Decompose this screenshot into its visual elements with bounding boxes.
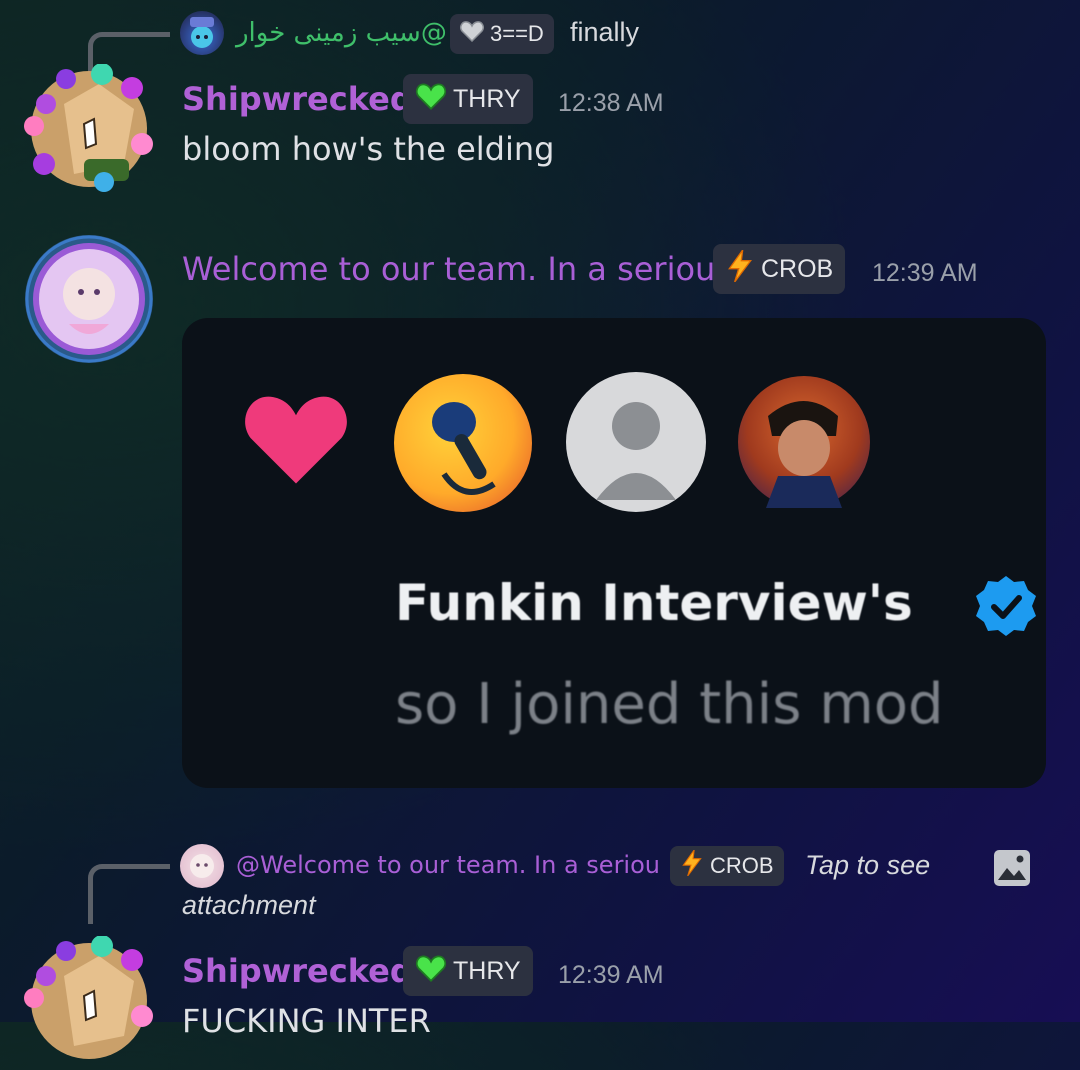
image-attachment[interactable]: Funkin Interview's so I joined this mod <box>182 318 1046 788</box>
character-avatar <box>738 376 870 508</box>
message-text[interactable]: FUCKING INTER <box>182 1002 431 1040</box>
role-tag[interactable]: THRY <box>403 74 533 124</box>
embed-title: Funkin Interview's <box>395 574 913 632</box>
reply-role-tag[interactable]: CROB <box>670 846 784 886</box>
reply-role-tag[interactable]: 3==D <box>450 14 554 54</box>
message-text[interactable]: bloom how's the elding <box>182 130 554 168</box>
reply-username[interactable]: @سیب زمینی خوار <box>236 18 447 48</box>
user-avatar[interactable] <box>24 234 154 364</box>
username[interactable]: Welcome to our team. In a seriou <box>182 250 715 288</box>
character-art <box>766 401 842 508</box>
role-tag[interactable]: CROB <box>713 244 846 294</box>
reply-message-text[interactable]: finally <box>570 17 639 48</box>
reply-avatar[interactable] <box>180 844 224 888</box>
reply-connector <box>88 864 170 924</box>
user-avatar[interactable] <box>24 935 154 1066</box>
lightning-icon <box>725 249 755 289</box>
reply-avatar-art <box>190 854 214 878</box>
user-avatar[interactable] <box>24 63 154 194</box>
reply-attachment-text-line2[interactable]: attachment <box>182 890 316 921</box>
white-heart-icon <box>460 20 484 48</box>
reply-username[interactable]: @Welcome to our team. In a seriou <box>236 851 660 879</box>
username[interactable]: Shipwrecked <box>182 80 413 118</box>
verified-badge-icon <box>974 574 1038 638</box>
timestamp: 12:39 AM <box>558 961 664 989</box>
embed-subtitle: so I joined this mod <box>395 672 944 737</box>
avatar-art <box>24 935 153 1059</box>
person-icon <box>596 402 676 500</box>
role-tag-label: CROB <box>761 254 834 283</box>
timestamp: 12:39 AM <box>872 259 978 287</box>
role-tag-label: THRY <box>453 84 521 113</box>
avatar-art <box>24 63 153 192</box>
username[interactable]: Shipwrecked <box>182 952 413 990</box>
green-heart-icon <box>415 954 447 989</box>
role-tag-label: THRY <box>453 956 521 985</box>
role-tag[interactable]: THRY <box>403 946 533 996</box>
reply-avatar-art <box>190 17 214 48</box>
default-user-avatar <box>566 372 706 512</box>
avatar-art <box>25 235 153 363</box>
reply-attachment-text[interactable]: Tap to see <box>805 850 930 881</box>
microphone-avatar <box>394 374 532 512</box>
reply-role-tag-label: CROB <box>710 853 774 878</box>
green-heart-icon <box>415 82 447 117</box>
microphone-icon <box>432 402 496 495</box>
heart-icon <box>240 388 352 492</box>
reply-role-tag-label: 3==D <box>490 21 544 46</box>
reply-avatar[interactable] <box>180 11 224 55</box>
timestamp: 12:38 AM <box>558 89 664 117</box>
lightning-icon <box>680 849 704 882</box>
image-attachment-icon[interactable] <box>992 848 1032 892</box>
